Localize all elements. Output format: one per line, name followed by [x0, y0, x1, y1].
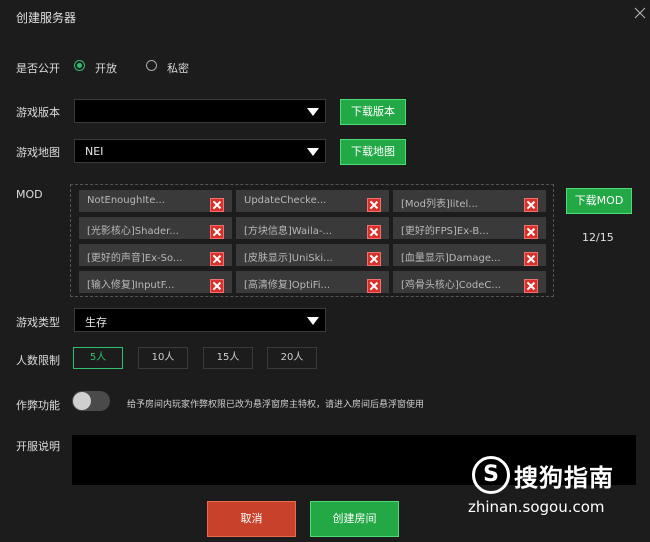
mod-item: [方块信息]Waila-...: [236, 217, 389, 239]
mod-item: UpdateChecke...: [236, 190, 389, 212]
remove-mod-icon[interactable]: [524, 225, 538, 239]
radio-private-label[interactable]: 私密: [167, 60, 189, 76]
watermark-url: zhinan.sogou.com: [468, 498, 605, 516]
cheat-toggle[interactable]: [72, 391, 110, 411]
players-option-5[interactable]: 5人: [73, 347, 123, 369]
mod-item: [血量显示]Damage...: [393, 244, 546, 266]
watermark-name: 搜狗指南: [514, 464, 614, 492]
map-value: NEI: [85, 145, 104, 158]
remove-mod-icon[interactable]: [367, 252, 381, 266]
mod-item: [输入修复]InputF...: [79, 271, 232, 293]
create-room-button[interactable]: 创建房间: [310, 501, 399, 537]
version-label: 游戏版本: [16, 106, 60, 119]
mod-name: NotEnoughIte...: [87, 195, 165, 206]
download-mod-button[interactable]: 下载MOD: [566, 188, 632, 214]
game-type-value: 生存: [85, 316, 107, 329]
sogou-logo: S: [472, 456, 510, 494]
mod-name: [血量显示]Damage...: [401, 253, 501, 264]
mod-name: [皮肤显示]UniSki...: [244, 253, 333, 264]
mod-name: [鸡骨头核心]CodeC...: [401, 280, 501, 291]
remove-mod-icon[interactable]: [210, 225, 224, 239]
dropdown-arrow-icon: [307, 148, 319, 156]
players-label: 人数限制: [16, 354, 60, 367]
visibility-label: 是否公开: [16, 62, 60, 75]
remove-mod-icon[interactable]: [524, 198, 538, 212]
remove-mod-icon[interactable]: [210, 279, 224, 293]
mod-item: [高清修复]OptiFi...: [236, 271, 389, 293]
mod-label: MOD: [16, 188, 43, 201]
remove-mod-icon[interactable]: [524, 279, 538, 293]
remove-mod-icon[interactable]: [210, 252, 224, 266]
remove-mod-icon[interactable]: [367, 225, 381, 239]
toggle-knob: [73, 392, 91, 410]
cancel-button[interactable]: 取消: [207, 501, 296, 537]
dialog-title: 创建服务器: [16, 11, 77, 25]
mod-name: UpdateChecke...: [244, 195, 327, 206]
cheat-note: 给予房间内玩家作弊权限已改为悬浮窗房主特权，请进入房间后悬浮窗使用: [127, 400, 425, 410]
description-label: 开服说明: [16, 440, 60, 453]
mod-item: [Mod列表]litel...: [393, 190, 546, 212]
radio-public[interactable]: [74, 60, 85, 71]
map-select[interactable]: NEI: [74, 139, 326, 163]
mod-count: 12/15: [582, 231, 614, 244]
mod-item: [更好的FPS]Ex-B...: [393, 217, 546, 239]
mod-item: [鸡骨头核心]CodeC...: [393, 271, 546, 293]
mod-list: NotEnoughIte... UpdateChecke... [Mod列表]l…: [70, 184, 554, 297]
mod-name: [输入修复]InputF...: [87, 280, 175, 291]
radio-private[interactable]: [146, 60, 157, 71]
remove-mod-icon[interactable]: [210, 198, 224, 212]
cheat-label: 作弊功能: [16, 399, 60, 412]
players-option-20[interactable]: 20人: [267, 347, 317, 369]
remove-mod-icon[interactable]: [524, 252, 538, 266]
mod-name: [更好的声音]Ex-So...: [87, 253, 183, 264]
download-version-button[interactable]: 下载版本: [340, 99, 406, 125]
radio-public-label[interactable]: 开放: [95, 60, 117, 76]
mod-item: NotEnoughIte...: [79, 190, 232, 212]
mod-name: [更好的FPS]Ex-B...: [401, 226, 489, 237]
close-icon[interactable]: [633, 6, 647, 20]
remove-mod-icon[interactable]: [367, 279, 381, 293]
players-option-15[interactable]: 15人: [203, 347, 253, 369]
mod-name: [Mod列表]litel...: [401, 199, 478, 210]
mod-name: [方块信息]Waila-...: [244, 226, 333, 237]
mod-item: [光影核心]Shader...: [79, 217, 232, 239]
mod-name: [高清修复]OptiFi...: [244, 280, 331, 291]
mod-name: [光影核心]Shader...: [87, 226, 179, 237]
map-label: 游戏地图: [16, 146, 60, 159]
game-type-label: 游戏类型: [16, 316, 60, 329]
game-type-select[interactable]: 生存: [74, 308, 326, 332]
dropdown-arrow-icon: [307, 108, 319, 116]
players-option-10[interactable]: 10人: [138, 347, 188, 369]
remove-mod-icon[interactable]: [367, 198, 381, 212]
mod-item: [皮肤显示]UniSki...: [236, 244, 389, 266]
download-map-button[interactable]: 下载地图: [340, 139, 406, 165]
mod-item: [更好的声音]Ex-So...: [79, 244, 232, 266]
sogou-logo-letter: S: [483, 462, 499, 487]
version-select[interactable]: [74, 99, 326, 123]
dropdown-arrow-icon: [307, 317, 319, 325]
